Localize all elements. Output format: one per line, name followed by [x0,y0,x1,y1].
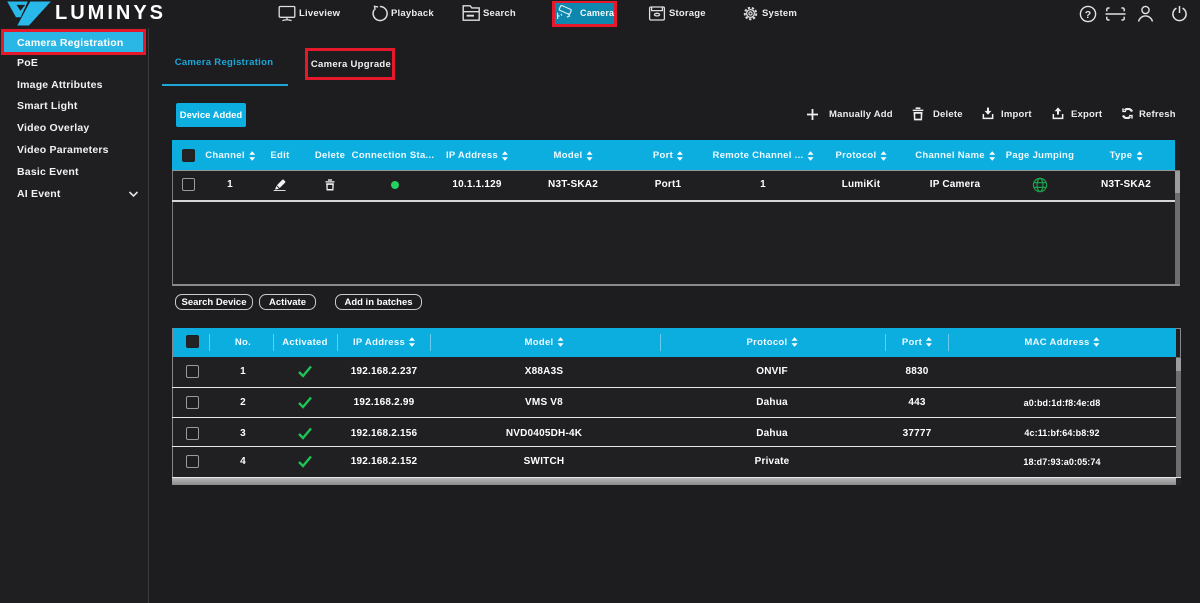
svg-text:?: ? [1085,9,1091,21]
